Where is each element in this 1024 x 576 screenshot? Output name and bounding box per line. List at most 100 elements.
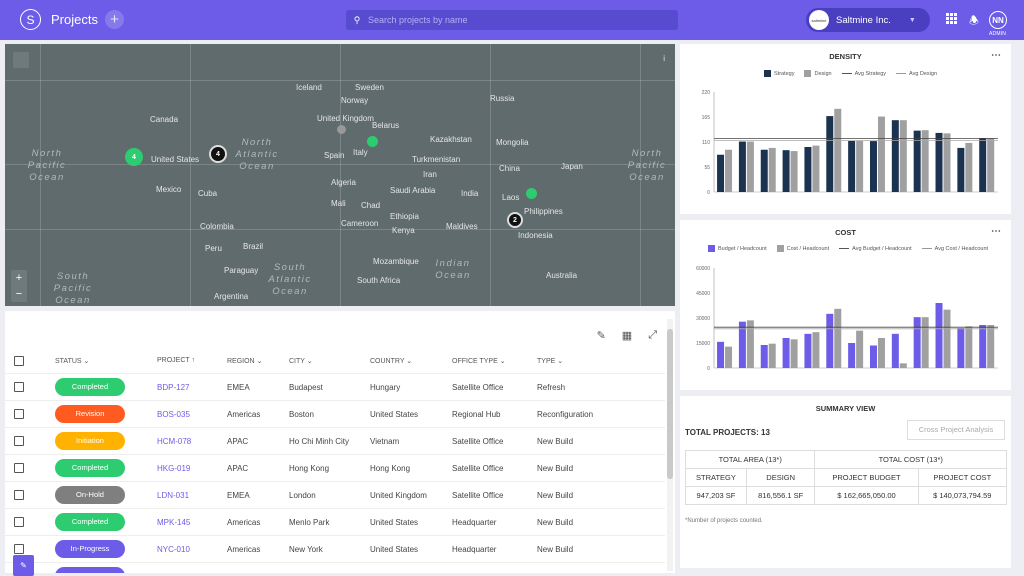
row-checkbox[interactable] bbox=[14, 490, 24, 500]
map-cluster-marker[interactable] bbox=[336, 124, 346, 134]
avatar[interactable]: NN bbox=[989, 11, 1007, 29]
table-row[interactable]: On-Hold LDN-031 EMEA London United Kingdom Sa… bbox=[5, 481, 665, 508]
project-link[interactable]: LDN-031 bbox=[157, 491, 189, 500]
chart-bar[interactable] bbox=[725, 149, 733, 192]
table-row[interactable]: Initiation HCM-078 APAC Ho Chi Minh City Vie… bbox=[5, 427, 665, 454]
chart-bar[interactable] bbox=[965, 142, 973, 192]
project-link[interactable]: MPK-145 bbox=[157, 518, 190, 527]
select-all-checkbox[interactable] bbox=[14, 356, 24, 366]
chart-bar[interactable] bbox=[848, 140, 856, 192]
table-scrollbar[interactable] bbox=[667, 319, 673, 571]
project-link[interactable]: NYC-010 bbox=[157, 545, 190, 554]
chart-bar[interactable] bbox=[943, 133, 951, 192]
chart-bar[interactable] bbox=[877, 338, 885, 368]
table-row[interactable]: Revision BOS-035 Americas Boston United Stat… bbox=[5, 400, 665, 427]
table-row[interactable]: In-Progress NYC-010 Americas New York United… bbox=[5, 535, 665, 562]
chart-bar[interactable] bbox=[877, 116, 885, 192]
table-row[interactable] bbox=[5, 562, 665, 573]
column-header[interactable]: OFFICE TYPE ⌄ bbox=[452, 357, 506, 365]
feedback-button[interactable]: ✎ bbox=[13, 555, 34, 576]
map-cluster-marker[interactable]: 4 bbox=[125, 148, 143, 166]
app-logo-icon[interactable]: S bbox=[20, 9, 41, 30]
chart-bar[interactable] bbox=[760, 345, 768, 368]
chart-bar[interactable] bbox=[891, 333, 899, 368]
org-switcher[interactable]: saltmine Saltmine Inc. ▼ bbox=[806, 8, 930, 32]
chart-bar[interactable] bbox=[804, 333, 812, 368]
chart-bar[interactable] bbox=[899, 120, 907, 192]
chart-bar[interactable] bbox=[957, 147, 965, 192]
table-row[interactable]: Completed MPK-145 Americas Menlo Park United… bbox=[5, 508, 665, 535]
chart-bar[interactable] bbox=[725, 346, 733, 368]
chart-bar[interactable] bbox=[935, 132, 943, 192]
chart-bar[interactable] bbox=[768, 343, 776, 368]
map-cluster-marker[interactable]: 2 bbox=[507, 212, 523, 228]
chart-bar[interactable] bbox=[717, 154, 725, 192]
chart-bar[interactable] bbox=[891, 120, 899, 192]
edit-icon[interactable]: ✎ bbox=[597, 329, 606, 342]
column-header[interactable]: REGION ⌄ bbox=[227, 357, 262, 365]
chart-bar[interactable] bbox=[812, 332, 820, 368]
expand-icon[interactable]: ⤢ bbox=[648, 329, 657, 342]
chart-bar[interactable] bbox=[935, 303, 943, 368]
chart-bar[interactable] bbox=[899, 363, 907, 368]
chart-bar[interactable] bbox=[804, 147, 812, 192]
info-icon[interactable]: i bbox=[663, 54, 665, 63]
chart-bar[interactable] bbox=[957, 328, 965, 368]
chart-bar[interactable] bbox=[790, 151, 798, 192]
row-checkbox[interactable] bbox=[14, 544, 24, 554]
project-link[interactable]: HKG-019 bbox=[157, 464, 190, 473]
columns-icon[interactable]: ▦ bbox=[622, 329, 632, 342]
chart-bar[interactable] bbox=[760, 149, 768, 192]
map-cluster-marker[interactable]: 4 bbox=[209, 145, 227, 163]
chart-bar[interactable] bbox=[987, 138, 995, 192]
map-cluster-marker[interactable] bbox=[366, 135, 378, 147]
map-cluster-marker[interactable] bbox=[525, 187, 537, 199]
zoom-in-button[interactable]: + bbox=[11, 270, 27, 286]
chart-bar[interactable] bbox=[987, 325, 995, 368]
add-project-button[interactable]: + bbox=[105, 10, 124, 29]
chart-bar[interactable] bbox=[826, 116, 834, 192]
project-link[interactable]: BOS-035 bbox=[157, 410, 190, 419]
row-checkbox[interactable] bbox=[14, 463, 24, 473]
column-header[interactable]: STATUS ⌄ bbox=[55, 357, 89, 365]
apps-grid-icon[interactable] bbox=[946, 13, 957, 24]
chart-bar[interactable] bbox=[965, 326, 973, 368]
column-header[interactable]: CITY ⌄ bbox=[289, 357, 313, 365]
chart-bar[interactable] bbox=[746, 141, 754, 192]
map-layer-icon[interactable] bbox=[13, 52, 29, 68]
chart-bar[interactable] bbox=[869, 141, 877, 192]
chart-bar[interactable] bbox=[826, 313, 834, 368]
column-header[interactable]: TYPE ⌄ bbox=[537, 357, 563, 365]
row-checkbox[interactable] bbox=[14, 409, 24, 419]
chart-bar[interactable] bbox=[848, 343, 856, 368]
chart-bar[interactable] bbox=[921, 317, 929, 368]
chart-bar[interactable] bbox=[943, 309, 951, 368]
chart-bar[interactable] bbox=[856, 140, 864, 192]
chart-bar[interactable] bbox=[856, 330, 864, 368]
chart-bar[interactable] bbox=[782, 338, 790, 368]
project-map[interactable]: i + − North Pacific Ocean North Atlantic Ocea… bbox=[5, 44, 675, 306]
chart-bar[interactable] bbox=[812, 145, 820, 192]
column-header[interactable]: COUNTRY ⌄ bbox=[370, 357, 412, 365]
search-input[interactable] bbox=[368, 15, 658, 25]
row-checkbox[interactable] bbox=[14, 382, 24, 392]
column-header[interactable]: PROJECT ↑ bbox=[157, 357, 195, 364]
cross-project-analysis-button[interactable]: Cross Project Analysis bbox=[907, 420, 1005, 440]
zoom-out-button[interactable]: − bbox=[11, 286, 27, 302]
chart-bar[interactable] bbox=[768, 147, 776, 192]
table-row[interactable]: Completed BDP-127 EMEA Budapest Hungary Satel… bbox=[5, 373, 665, 400]
chart-bar[interactable] bbox=[738, 141, 746, 192]
chart-bar[interactable] bbox=[913, 130, 921, 192]
row-checkbox[interactable] bbox=[14, 517, 24, 527]
chart-bar[interactable] bbox=[834, 108, 842, 192]
chart-bar[interactable] bbox=[913, 317, 921, 368]
chart-bar[interactable] bbox=[869, 345, 877, 369]
chart-bar[interactable] bbox=[790, 339, 798, 368]
bell-icon[interactable]: 🕭 bbox=[969, 12, 979, 31]
chart-bar[interactable] bbox=[979, 138, 987, 192]
project-link[interactable]: BDP-127 bbox=[157, 383, 189, 392]
chart-bar[interactable] bbox=[979, 325, 987, 368]
table-row[interactable]: Completed HKG-019 APAC Hong Kong Hong Kong Sa… bbox=[5, 454, 665, 481]
chart-bar[interactable] bbox=[717, 341, 725, 368]
chart-bar[interactable] bbox=[782, 150, 790, 192]
